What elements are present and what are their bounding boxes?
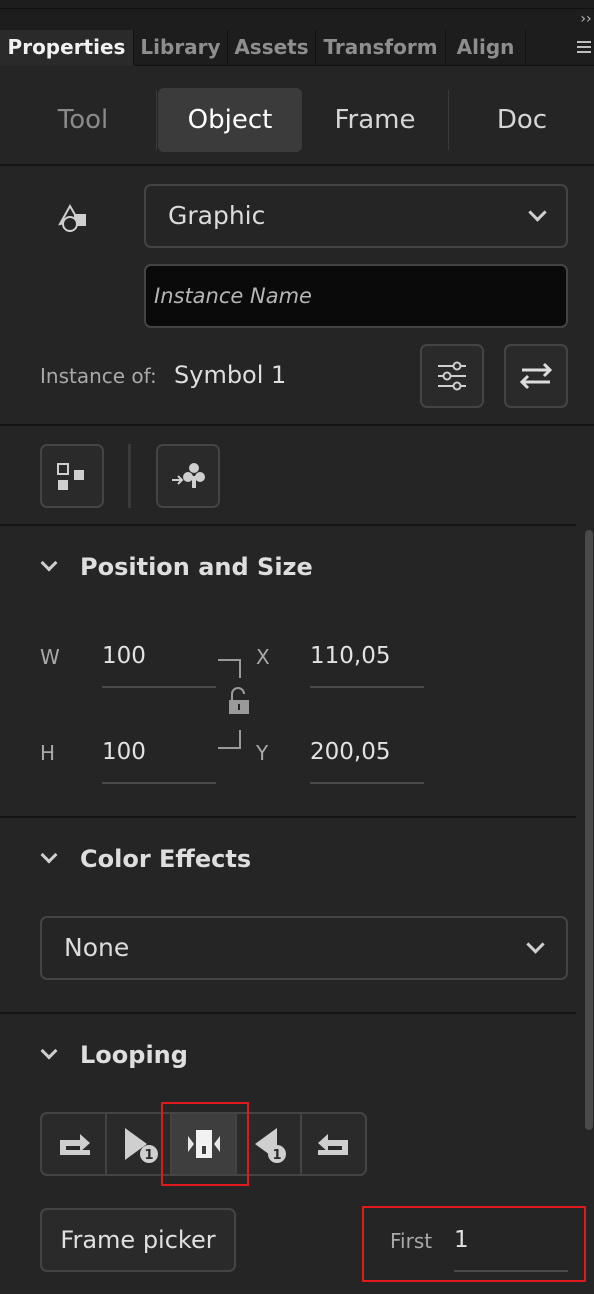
x-underline	[310, 686, 424, 688]
x-label: X	[256, 645, 270, 669]
height-underline	[102, 782, 216, 784]
panel-menu-icon[interactable]	[574, 30, 594, 64]
collapse-panel-icon[interactable]: ››	[578, 10, 594, 28]
instance-name-field[interactable]	[144, 264, 568, 328]
segment-separator	[448, 90, 449, 150]
y-label: Y	[256, 741, 269, 765]
shape-type-icon	[52, 200, 92, 234]
y-underline	[310, 782, 424, 784]
assign-button[interactable]	[156, 444, 220, 508]
section-divider	[0, 524, 576, 526]
distribute-grid-icon	[57, 463, 84, 490]
color-effect-value: None	[64, 933, 130, 962]
loop-button[interactable]	[42, 1114, 107, 1174]
segment-separator	[156, 90, 157, 150]
highlight-single-frame	[161, 1102, 249, 1186]
frame-picker-button[interactable]: Frame picker	[40, 1208, 236, 1272]
section-divider	[0, 424, 594, 426]
chevron-down-icon[interactable]	[40, 1048, 58, 1062]
play-once-badge: 1	[144, 1148, 153, 1163]
width-field[interactable]: 100	[102, 643, 146, 669]
color-effects-title[interactable]: Color Effects	[80, 845, 251, 873]
width-label: W	[40, 645, 60, 669]
top-divider	[0, 8, 594, 9]
property-mode-segment: Tool Object Frame Doc	[0, 66, 594, 166]
y-field[interactable]: 200,05	[310, 739, 390, 765]
width-underline	[102, 686, 216, 688]
tab-transform[interactable]: Transform	[316, 30, 446, 66]
panel-tab-bar: Properties Library Assets Transform Alig…	[0, 30, 594, 66]
chevron-down-icon	[528, 206, 544, 222]
segment-doc[interactable]: Doc	[450, 88, 594, 152]
unlocked-padlock-icon[interactable]	[214, 654, 254, 754]
instance-name-input[interactable]	[146, 266, 566, 326]
chevron-down-icon[interactable]	[40, 852, 58, 866]
panel-top-strip: ››	[0, 0, 594, 30]
swap-arrows-icon	[519, 362, 553, 390]
swap-symbol-button[interactable]	[504, 344, 568, 408]
tool-separator	[128, 444, 131, 508]
tab-library[interactable]: Library	[134, 30, 228, 66]
loop-icon	[60, 1134, 90, 1155]
segment-tool[interactable]: Tool	[10, 88, 156, 152]
tab-align[interactable]: Align	[446, 30, 526, 66]
tab-assets[interactable]: Assets	[228, 30, 316, 66]
looping-title[interactable]: Looping	[80, 1041, 188, 1069]
section-divider	[0, 1012, 576, 1014]
highlight-first-frame	[362, 1206, 586, 1282]
loop-reverse-button[interactable]	[302, 1114, 367, 1174]
chevron-down-icon	[526, 938, 542, 954]
instance-of-label: Instance of:	[40, 364, 157, 388]
chevron-down-icon[interactable]	[40, 560, 58, 574]
edit-symbol-button[interactable]	[420, 344, 484, 408]
sliders-icon	[438, 361, 466, 391]
color-effect-dropdown[interactable]: None	[40, 916, 568, 980]
instance-behavior-dropdown[interactable]: Graphic	[144, 184, 568, 248]
tab-properties[interactable]: Properties	[0, 30, 134, 66]
segment-frame[interactable]: Frame	[302, 88, 448, 152]
instance-behavior-value: Graphic	[168, 201, 266, 230]
position-size-title[interactable]: Position and Size	[80, 553, 313, 581]
height-label: H	[40, 741, 56, 765]
segment-object[interactable]: Object	[158, 88, 302, 152]
distribute-button[interactable]	[40, 444, 104, 508]
x-field[interactable]: 110,05	[310, 643, 390, 669]
panel-scrollbar[interactable]	[585, 530, 593, 1130]
height-field[interactable]: 100	[102, 739, 146, 765]
section-divider	[0, 816, 576, 818]
play-once-reverse-badge: 1	[272, 1148, 281, 1163]
instance-of-value: Symbol 1	[174, 361, 287, 389]
loop-reverse-icon	[318, 1134, 348, 1155]
assign-club-icon	[172, 463, 205, 488]
